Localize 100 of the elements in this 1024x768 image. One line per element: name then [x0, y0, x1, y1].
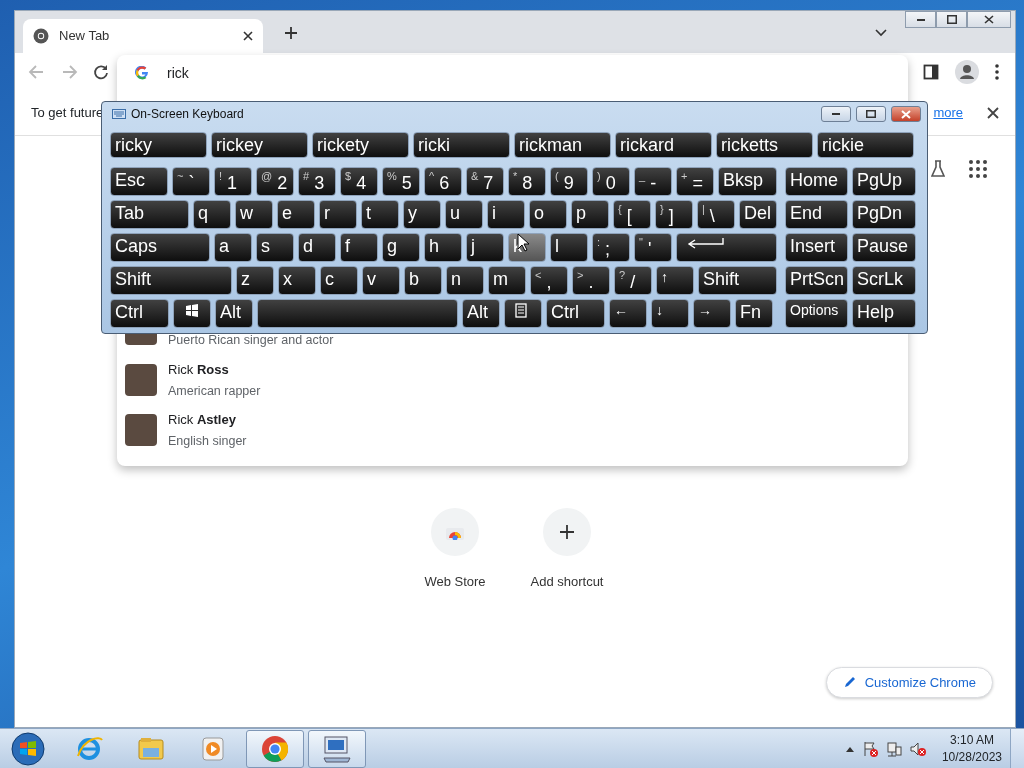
keyboard-key[interactable]: i: [487, 200, 525, 229]
keyboard-key[interactable]: { [: [613, 200, 651, 229]
keyboard-key[interactable]: : ;: [592, 233, 630, 262]
keyboard-key[interactable]: Ctrl: [110, 299, 169, 328]
restore-button[interactable]: [936, 11, 967, 28]
browser-tab[interactable]: New Tab: [23, 19, 263, 53]
start-button[interactable]: [8, 729, 48, 768]
keyboard-key[interactable]: ↑: [656, 266, 694, 295]
keyboard-key[interactable]: [504, 299, 542, 328]
keyboard-key[interactable]: s: [256, 233, 294, 262]
keyboard-key[interactable]: < ,: [530, 266, 568, 295]
keyboard-key[interactable]: a: [214, 233, 252, 262]
keyboard-key[interactable]: ^ 6: [424, 167, 462, 196]
close-window-button[interactable]: [891, 106, 921, 122]
keyboard-key[interactable]: x: [278, 266, 316, 295]
word-suggestion[interactable]: rickey: [211, 132, 308, 158]
keyboard-key[interactable]: Del: [739, 200, 777, 229]
keyboard-key[interactable]: [676, 233, 777, 262]
keyboard-key[interactable]: Insert: [785, 233, 848, 262]
keyboard-key[interactable]: & 7: [466, 167, 504, 196]
word-suggestion[interactable]: rickard: [615, 132, 712, 158]
suggestion-item[interactable]: Rick Ross American rapper: [117, 354, 908, 406]
keyboard-key[interactable]: ) 0: [592, 167, 630, 196]
keyboard-key[interactable]: Pause: [852, 233, 916, 262]
keyboard-key[interactable]: + =: [676, 167, 714, 196]
keyboard-key[interactable]: c: [320, 266, 358, 295]
keyboard-key[interactable]: Tab: [110, 200, 189, 229]
shortcut-tile[interactable]: Web Store: [399, 508, 511, 592]
keyboard-key[interactable]: PgUp: [852, 167, 916, 196]
customize-chrome-button[interactable]: Customize Chrome: [825, 666, 993, 698]
keyboard-key[interactable]: End: [785, 200, 848, 229]
keyboard-key[interactable]: Shift: [698, 266, 777, 295]
keyboard-key[interactable]: n: [446, 266, 484, 295]
keyboard-key[interactable]: Home: [785, 167, 848, 196]
word-suggestion[interactable]: ricketts: [716, 132, 813, 158]
keyboard-key[interactable]: Options: [785, 299, 848, 328]
taskbar-button[interactable]: [246, 729, 304, 768]
keyboard-key[interactable]: y: [403, 200, 441, 229]
keyboard-key[interactable]: d: [298, 233, 336, 262]
keyboard-key[interactable]: ~ `: [172, 167, 210, 196]
keyboard-key[interactable]: @ 2: [256, 167, 294, 196]
keyboard-key[interactable]: ↓: [651, 299, 689, 328]
keyboard-key[interactable]: ? /: [614, 266, 652, 295]
clock-date[interactable]: 10/28/2023: [941, 748, 1002, 766]
keyboard-key[interactable]: m: [488, 266, 526, 295]
keyboard-key[interactable]: PrtScn: [785, 266, 848, 295]
learn-more-link[interactable]: more: [933, 103, 963, 123]
minimize-button[interactable]: [821, 106, 851, 122]
close-window-button[interactable]: [967, 11, 1011, 28]
keyboard-key[interactable]: Ctrl: [546, 299, 605, 328]
close-infobar-button[interactable]: [987, 107, 999, 119]
keyboard-key[interactable]: > .: [572, 266, 610, 295]
keyboard-key[interactable]: ScrLk: [852, 266, 916, 295]
keyboard-key[interactable]: * 8: [508, 167, 546, 196]
keyboard-key[interactable]: h: [424, 233, 462, 262]
minimize-button[interactable]: [905, 11, 936, 28]
suggestion-item[interactable]: Rick Astley English singer: [117, 405, 908, 456]
keyboard-key[interactable]: w: [235, 200, 273, 229]
keyboard-key[interactable]: ←: [609, 299, 647, 328]
word-suggestion[interactable]: ricki: [413, 132, 510, 158]
keyboard-key[interactable]: z: [236, 266, 274, 295]
keyboard-key[interactable]: l: [550, 233, 588, 262]
clock-time[interactable]: 3:10 AM: [949, 731, 994, 749]
keyboard-key[interactable]: $ 4: [340, 167, 378, 196]
apps-button[interactable]: [969, 160, 987, 178]
keyboard-key[interactable]: t: [361, 200, 399, 229]
keyboard-key[interactable]: Caps: [110, 233, 210, 262]
maximize-button[interactable]: [856, 106, 886, 122]
keyboard-key[interactable]: g: [382, 233, 420, 262]
keyboard-key[interactable]: e: [277, 200, 315, 229]
word-suggestion[interactable]: ricky: [110, 132, 207, 158]
word-suggestion[interactable]: rickety: [312, 132, 409, 158]
keyboard-key[interactable]: b: [404, 266, 442, 295]
word-suggestion[interactable]: rickie: [817, 132, 914, 158]
keyboard-key[interactable]: Alt: [215, 299, 253, 328]
keyboard-key[interactable]: Alt: [462, 299, 500, 328]
keyboard-key[interactable]: % 5: [382, 167, 420, 196]
keyboard-key[interactable]: f: [340, 233, 378, 262]
keyboard-key[interactable]: ! 1: [214, 167, 252, 196]
keyboard-key[interactable]: # 3: [298, 167, 336, 196]
keyboard-key[interactable]: j: [466, 233, 504, 262]
menu-button[interactable]: [995, 64, 999, 80]
keyboard-key[interactable]: p: [571, 200, 609, 229]
keyboard-key[interactable]: r: [319, 200, 357, 229]
keyboard-key[interactable]: Bksp: [718, 167, 777, 196]
keyboard-key[interactable]: | \: [697, 200, 735, 229]
shortcut-tile[interactable]: Add shortcut: [511, 508, 623, 592]
keyboard-key[interactable]: ( 9: [550, 167, 588, 196]
taskbar-button[interactable]: [308, 729, 366, 768]
keyboard-key[interactable]: q: [193, 200, 231, 229]
keyboard-key[interactable]: _ -: [634, 167, 672, 196]
close-tab-button[interactable]: [243, 31, 253, 41]
keyboard-key[interactable]: [257, 299, 458, 328]
side-panel-button[interactable]: [923, 64, 939, 80]
keyboard-key[interactable]: " ': [634, 233, 672, 262]
keyboard-key[interactable]: v: [362, 266, 400, 295]
keyboard-key[interactable]: u: [445, 200, 483, 229]
keyboard-key[interactable]: Shift: [110, 266, 232, 295]
keyboard-key[interactable]: } ]: [655, 200, 693, 229]
keyboard-key[interactable]: Esc: [110, 167, 168, 196]
